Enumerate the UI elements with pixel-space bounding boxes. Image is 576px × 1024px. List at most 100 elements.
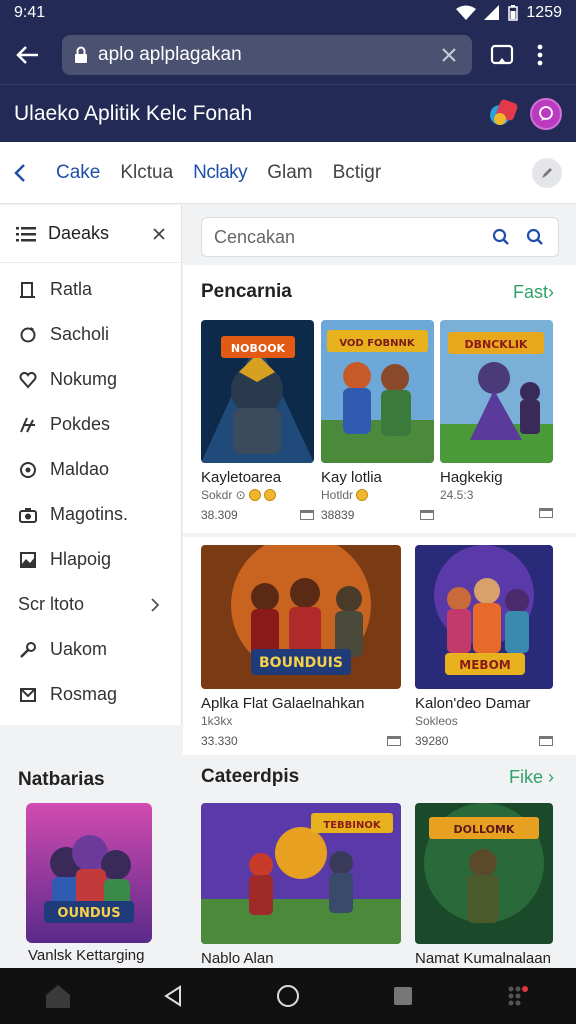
apps-grid-icon: [508, 986, 529, 1006]
game-art: VOD FOBNNK: [321, 320, 434, 463]
close-icon: [442, 48, 456, 62]
sidebar-item-pokdes[interactable]: Pokdes: [0, 402, 181, 447]
game-title: Kay lotlia: [321, 469, 382, 486]
mail-icon: [18, 685, 38, 705]
back-nav-button[interactable]: [153, 976, 193, 1016]
brand-logo-icon[interactable]: [488, 97, 519, 129]
game-meta: 1k3kx: [201, 714, 233, 728]
url-text: aplo aplplagakan: [98, 44, 242, 65]
sidebar-item-uakom[interactable]: Uakom: [0, 627, 181, 672]
assistant-button[interactable]: [498, 976, 538, 1016]
sidebar-section-title: Natbarias: [18, 769, 105, 790]
search-input[interactable]: Cencakan: [201, 217, 559, 257]
coin-icon: [248, 489, 261, 501]
game-art-title: TEBBINOK: [323, 820, 381, 831]
clear-url-button[interactable]: [438, 44, 460, 66]
more-vertical-icon: [537, 44, 543, 66]
section-see-more-link[interactable]: Fast›: [513, 282, 554, 303]
home-shortcut-button[interactable]: [38, 976, 78, 1016]
section-cateerdpis: Cateerdpis Fike ›: [183, 762, 576, 792]
game-title: Kalon'deo Damar: [415, 695, 531, 712]
nav-tab-bctigr[interactable]: Bctigr: [333, 162, 382, 184]
game-art: MEBOM: [415, 545, 553, 689]
section-see-more-link[interactable]: Fike ›: [509, 767, 554, 788]
game-meta: Sokleos: [415, 714, 458, 728]
game-card[interactable]: TEBBINOK Nablo Alan: [201, 803, 401, 967]
home-nav-button[interactable]: [268, 976, 308, 1016]
download-icon[interactable]: [387, 736, 401, 746]
sidebar-item-nokumg[interactable]: Nokumg: [0, 357, 181, 402]
nav-tab-cake[interactable]: Cake: [56, 162, 100, 184]
circle-home-icon: [276, 985, 299, 1007]
game-art: BOUNDUIS: [201, 545, 401, 689]
game-card[interactable]: DBNCKLIK Hagkekig 24.5:3: [440, 320, 553, 518]
download-icon[interactable]: [539, 508, 553, 518]
game-footer: 38.309: [201, 508, 314, 522]
close-sidebar-icon[interactable]: [153, 227, 165, 240]
game-art-title: MEBOM: [459, 658, 510, 672]
search-placeholder: Cencakan: [214, 226, 296, 247]
sidebar-item-sacholi[interactable]: Sacholi: [0, 312, 181, 357]
search-icon[interactable]: [490, 228, 512, 246]
nav-user-button[interactable]: [532, 157, 562, 188]
sidebar-item-label: Hlapoig: [50, 549, 112, 569]
nav-tab-klctua[interactable]: Klctua: [120, 162, 173, 184]
puzzle-icon: [18, 415, 38, 435]
game-footer: 38839: [321, 508, 434, 522]
status-time: 9:41: [14, 4, 46, 21]
game-card[interactable]: DOLLOMK Namat Kumalnalaan: [415, 803, 553, 967]
search-submit-icon[interactable]: [524, 228, 546, 246]
download-icon[interactable]: [539, 736, 553, 746]
sidebar-item-hlapoig[interactable]: Hlapoig: [0, 537, 181, 582]
sidebar-item-magotins[interactable]: Magotins.: [0, 492, 181, 537]
sidebar-item-label: Scr ltoto: [18, 594, 85, 614]
game-art-title: NOBOOK: [231, 342, 286, 355]
game-card[interactable]: BOUNDUIS Aplka Flat Galaelnahkan 1k3kx 3…: [201, 545, 401, 748]
section-title: Pencarnia: [201, 281, 292, 302]
chat-bubble-icon: [539, 105, 553, 121]
game-title: Hagkekig: [440, 469, 503, 486]
profile-avatar[interactable]: [530, 97, 562, 130]
coin-icon: [263, 489, 276, 501]
nav-back-button[interactable]: [14, 163, 36, 183]
game-title: Namat Kumalnalaan: [415, 950, 551, 967]
sidebar-item-rosmag[interactable]: Rosmag: [0, 672, 181, 717]
refresh-icon: [18, 325, 38, 345]
url-bar[interactable]: aplo aplplagakan: [62, 35, 472, 75]
game-title: Kayletoarea: [201, 469, 282, 486]
sidebar-item-label: Magotins.: [50, 504, 129, 524]
game-card[interactable]: MEBOM Kalon'deo Damar Sokleos 39280: [415, 545, 553, 748]
chevron-right-icon: [151, 597, 159, 612]
overflow-menu-button[interactable]: [530, 41, 550, 69]
game-art: NOBOOK: [201, 320, 314, 463]
main-content: Cencakan Pencarnia Fast› NOBOOK Kayletoa…: [183, 205, 576, 968]
recents-nav-button[interactable]: [383, 976, 423, 1016]
game-art-title: DOLLOMK: [454, 823, 515, 836]
sidebar-item-label: Uakom: [50, 639, 108, 659]
game-art: TEBBINOK: [201, 803, 401, 944]
triangle-back-icon: [163, 985, 181, 1007]
coin-icon: [356, 489, 369, 501]
sidebar-item-ratla[interactable]: Ratla: [0, 267, 181, 312]
back-button[interactable]: [10, 37, 46, 73]
battery-icon: [508, 5, 519, 21]
camera-icon: [18, 505, 38, 525]
nav-tab-glam[interactable]: Glam: [267, 162, 312, 184]
list-icon: [16, 226, 36, 241]
nav-tab-nclaky[interactable]: Nclaky: [193, 162, 248, 184]
game-card[interactable]: NOBOOK Kayletoarea Sokdr ⊙ 38.309: [201, 320, 314, 522]
sidebar-item-scr-ltoto[interactable]: Scr ltoto: [0, 582, 181, 627]
game-card[interactable]: VOD FOBNNK Kay lotlia Hotldr 38839: [321, 320, 434, 522]
sidebar-item-maldao[interactable]: Maldao: [0, 447, 181, 492]
tabs-button[interactable]: [488, 41, 516, 69]
sidebar-art-title: OUNDUS: [57, 906, 120, 921]
download-icon[interactable]: [420, 510, 434, 520]
sidebar-feature-title: Vanlsk Kettarging: [28, 947, 145, 964]
sidebar-feature-art[interactable]: OUNDUS: [26, 803, 152, 943]
download-icon[interactable]: [300, 510, 314, 520]
game-footer: 33.330: [201, 734, 401, 748]
browser-toolbar: aplo aplplagakan: [0, 26, 576, 84]
sidebar: Daeaks Ratla Sacholi Nokumg Pokdes Malda…: [0, 205, 182, 968]
door-icon: [18, 280, 38, 300]
game-footer: [440, 508, 553, 518]
